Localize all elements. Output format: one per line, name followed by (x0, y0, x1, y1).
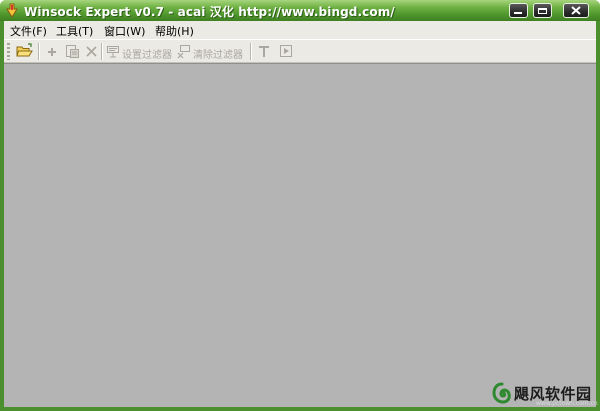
watermark-url: www.pctown.com.cn (536, 400, 598, 407)
play-icon (280, 45, 292, 57)
swirl-logo-icon (492, 382, 511, 404)
minimize-icon (514, 12, 522, 14)
edit-packet-button[interactable] (62, 41, 82, 61)
menu-tools[interactable]: 工具(T) (56, 23, 93, 39)
client-area: 文件(F) 工具(T) 窗口(W) 帮助(H) 设置过滤器 清除过滤器 飓风软件… (4, 21, 598, 407)
filter-set-icon (107, 46, 119, 58)
maximize-button[interactable] (533, 3, 552, 18)
folder-open-icon (16, 43, 33, 57)
menu-help[interactable]: 帮助(H) (155, 23, 194, 39)
close-icon (571, 6, 581, 15)
minimize-button[interactable] (509, 3, 528, 18)
window-title: Winsock Expert v0.7 - acai 汉化 http://www… (24, 5, 395, 19)
toolbar-separator (38, 43, 40, 60)
text-button[interactable] (254, 41, 274, 61)
clear-filter-label: 清除过滤器 (193, 50, 243, 61)
watermark: 飓风软件园 www.pctown.com.cn (492, 382, 598, 407)
x-icon (86, 46, 97, 57)
toolbar: 设置过滤器 清除过滤器 (4, 39, 596, 63)
packet-edit-icon (66, 45, 79, 58)
play-button[interactable] (276, 41, 296, 61)
delete-button[interactable] (82, 41, 102, 61)
app-window: Winsock Expert v0.7 - acai 汉化 http://www… (0, 0, 600, 411)
restore-icon (538, 8, 547, 14)
menu-window[interactable]: 窗口(W) (104, 23, 145, 39)
open-button[interactable] (14, 41, 34, 61)
menu-file[interactable]: 文件(F) (10, 23, 47, 39)
set-filter-label: 设置过滤器 (122, 50, 172, 61)
filter-clear-icon (177, 45, 190, 59)
plus-icon (48, 48, 56, 56)
close-button[interactable] (563, 3, 589, 18)
mdi-workspace[interactable]: 飓风软件园 www.pctown.com.cn (4, 63, 598, 407)
toolbar-separator (101, 43, 103, 60)
title-bar[interactable]: Winsock Expert v0.7 - acai 汉化 http://www… (0, 0, 600, 21)
menu-bar: 文件(F) 工具(T) 窗口(W) 帮助(H) (4, 21, 596, 39)
set-filter-button[interactable]: 设置过滤器 (105, 41, 175, 61)
toolbar-grip[interactable] (7, 43, 10, 60)
app-icon[interactable] (5, 3, 19, 18)
toolbar-separator (250, 43, 252, 60)
add-button[interactable] (42, 41, 62, 61)
t-icon (259, 46, 269, 57)
clear-filter-button[interactable]: 清除过滤器 (176, 41, 248, 61)
